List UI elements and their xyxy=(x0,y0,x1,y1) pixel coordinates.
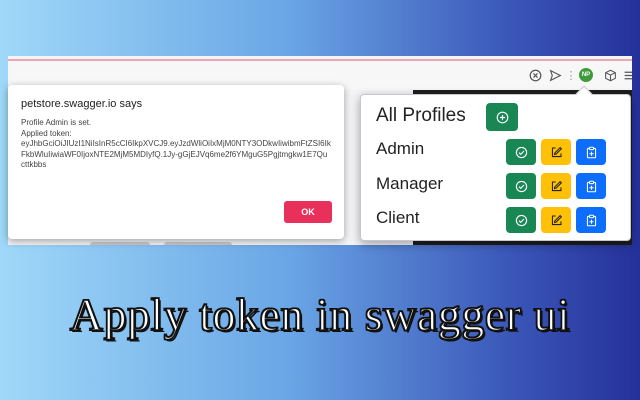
profile-name-admin: Admin xyxy=(376,139,425,158)
box-icon[interactable] xyxy=(603,68,617,82)
tracking-protection-icon[interactable] xyxy=(528,68,542,82)
clipboard-plus-icon xyxy=(586,146,596,158)
apply-admin-button[interactable] xyxy=(506,139,536,165)
dialog-token-value: eyJhbGciOiJIUzI1NiIsInR5cCI6IkpXVCJ9.eyJ… xyxy=(21,139,331,169)
add-profile-button[interactable] xyxy=(486,103,518,131)
page-button-stub xyxy=(164,242,232,245)
page-button-stub xyxy=(90,242,150,245)
check-circle-icon xyxy=(515,214,527,226)
check-circle-icon xyxy=(515,146,527,158)
alert-dialog: petstore.swagger.io says Profile Admin i… xyxy=(8,85,344,239)
apply-manager-button[interactable] xyxy=(506,173,536,199)
profile-name-manager: Manager xyxy=(376,174,444,193)
dialog-line-profile: Profile Admin is set. xyxy=(21,118,92,127)
send-icon[interactable] xyxy=(548,68,562,82)
copy-admin-button[interactable] xyxy=(576,139,606,165)
popup-heading: All Profiles xyxy=(376,105,466,126)
copy-client-button[interactable] xyxy=(576,207,606,233)
plus-circle-icon xyxy=(496,111,508,123)
profile-name-client: Client xyxy=(376,208,420,227)
edit-client-button[interactable] xyxy=(541,207,571,233)
dialog-line-token-label: Applied token: xyxy=(21,128,72,138)
clipboard-plus-icon xyxy=(586,180,596,192)
separator-dots-icon: ⋮ xyxy=(565,69,577,82)
check-circle-icon xyxy=(515,180,527,192)
dialog-message: Profile Admin is set. Applied token: eyJ… xyxy=(21,118,331,171)
tab-accent-line xyxy=(8,59,632,61)
apply-client-button[interactable] xyxy=(506,207,536,233)
ok-button[interactable]: OK xyxy=(284,201,332,223)
promo-caption: Apply token in swagger ui xyxy=(69,288,571,341)
extension-icon[interactable]: NP xyxy=(579,68,593,82)
edit-admin-button[interactable] xyxy=(541,139,571,165)
edit-manager-button[interactable] xyxy=(541,173,571,199)
pencil-square-icon xyxy=(551,180,562,191)
pencil-square-icon xyxy=(551,146,562,157)
clipboard-plus-icon xyxy=(586,214,596,226)
dialog-title: petstore.swagger.io says xyxy=(21,98,143,110)
copy-manager-button[interactable] xyxy=(576,173,606,199)
menu-icon[interactable] xyxy=(622,68,632,82)
profiles-popup: All Profiles Admin Manager Client xyxy=(360,85,631,241)
pencil-square-icon xyxy=(551,214,562,225)
